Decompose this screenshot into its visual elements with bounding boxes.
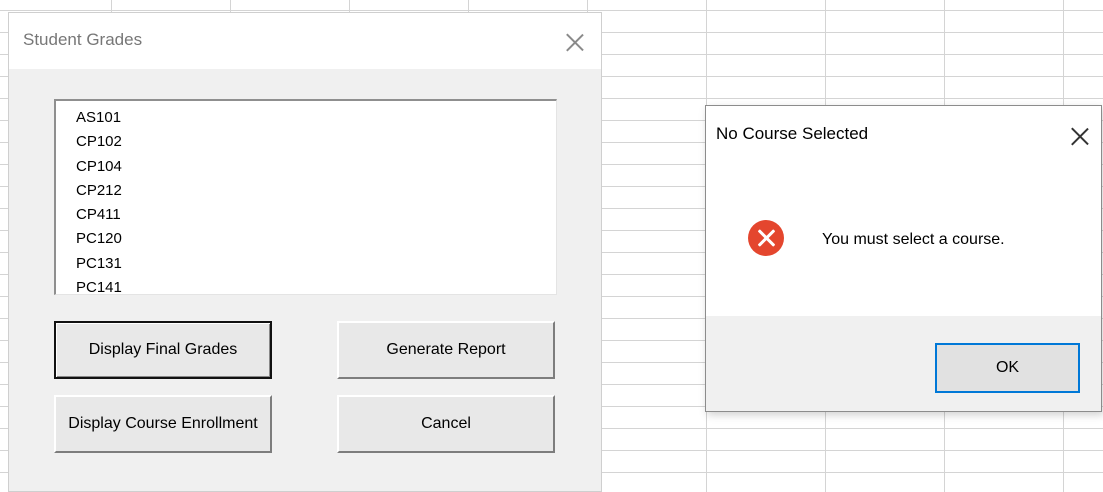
- ok-label: OK: [995, 359, 1020, 376]
- display-course-enrollment-label: Display Course Enrollment: [68, 415, 258, 432]
- course-list-item[interactable]: CP104: [76, 155, 556, 179]
- dialog-title: No Course Selected: [716, 124, 869, 143]
- dialog-close-icon[interactable]: [1070, 126, 1090, 146]
- course-list-item[interactable]: CP411: [76, 203, 556, 227]
- no-course-selected-dialog: No Course Selected You must select a cou…: [705, 105, 1102, 412]
- form-title-bar[interactable]: Student Grades: [9, 13, 601, 69]
- student-grades-form: Student Grades AS101 CP102 CP104 CP212 C…: [8, 12, 602, 492]
- display-course-enrollment-button[interactable]: Display Course Enrollment: [54, 395, 272, 453]
- generate-report-button[interactable]: Generate Report: [337, 321, 555, 379]
- display-final-grades-button[interactable]: Display Final Grades: [54, 321, 272, 379]
- error-icon: [748, 220, 784, 256]
- cancel-label: Cancel: [421, 415, 471, 432]
- generate-report-label: Generate Report: [386, 341, 506, 358]
- form-close-icon[interactable]: [565, 32, 585, 52]
- course-list-item[interactable]: CP212: [76, 179, 556, 203]
- course-list-item[interactable]: PC131: [76, 252, 556, 276]
- course-list-item[interactable]: PC141: [76, 276, 556, 294]
- course-list-item[interactable]: PC120: [76, 227, 556, 251]
- form-title: Student Grades: [23, 30, 143, 49]
- course-list-item[interactable]: AS101: [76, 106, 556, 130]
- course-listbox[interactable]: AS101 CP102 CP104 CP212 CP411 PC120 PC13…: [54, 99, 557, 295]
- dialog-message: You must select a course.: [822, 231, 1005, 248]
- ok-button[interactable]: OK: [935, 343, 1080, 393]
- course-list-item[interactable]: CP102: [76, 130, 556, 154]
- cancel-button[interactable]: Cancel: [337, 395, 555, 453]
- display-final-grades-label: Display Final Grades: [88, 341, 238, 358]
